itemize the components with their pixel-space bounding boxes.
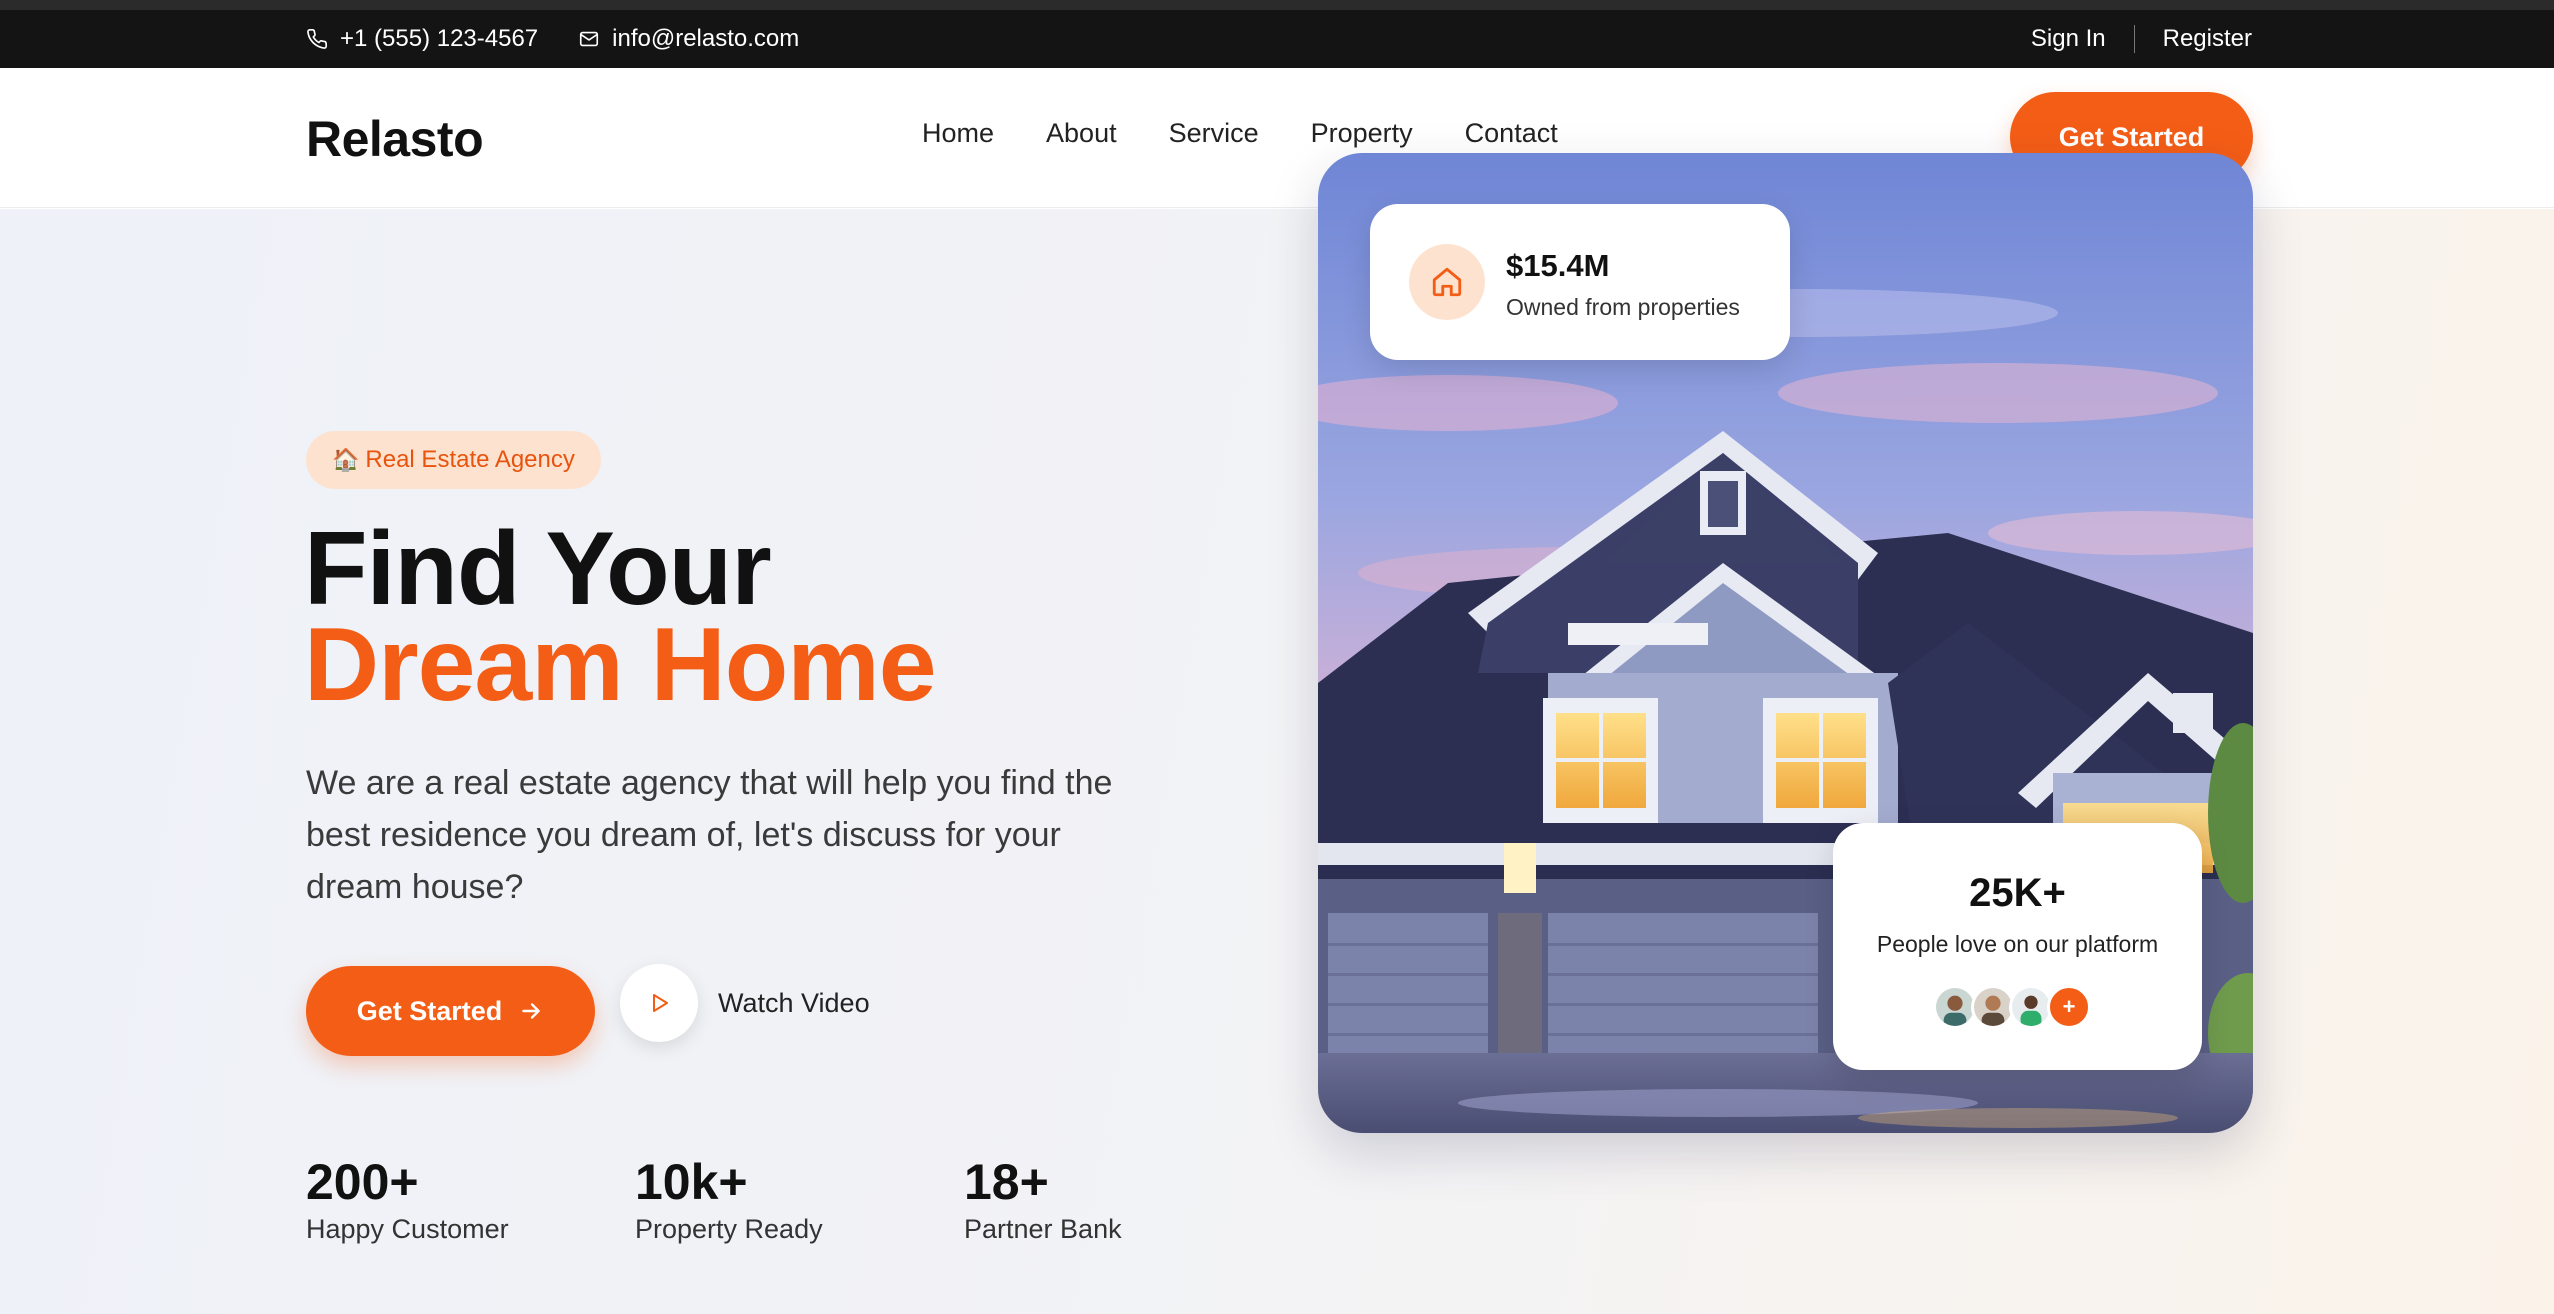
window-edge (0, 0, 2554, 10)
phone-number: +1 (555) 123-4567 (340, 25, 539, 52)
home-icon (1432, 267, 1462, 297)
nav-links: Home About Service Property Contact (922, 118, 1558, 149)
mail-icon (580, 31, 599, 47)
owned-label: Owned from properties (1506, 294, 1740, 320)
more-avatars-badge[interactable]: + (2047, 985, 2091, 1029)
hero-get-started-button[interactable]: Get Started (306, 966, 595, 1056)
register-link[interactable]: Register (2163, 25, 2252, 53)
hero-headline: Find Your Dream Home (304, 511, 937, 723)
arrow-right-icon (522, 1003, 541, 1019)
badge-label: Real Estate Agency (365, 446, 575, 473)
people-love-card: 25K+ People love on our platform + (1833, 823, 2202, 1070)
top-contact-bar: +1 (555) 123-4567 info@relasto.com Sign … (0, 10, 2554, 68)
stat-value: 200+ (306, 1154, 419, 1210)
people-label: People love on our platform (1876, 931, 2159, 957)
agency-badge: 🏠 Real Estate Agency (306, 431, 601, 489)
owned-properties-card: $15.4M Owned from properties (1370, 204, 1790, 360)
stat-label: Partner Bank (964, 1214, 1122, 1244)
site-logo[interactable]: Relasto (306, 110, 484, 168)
auth-links: Sign In Register (2031, 10, 2252, 68)
stat-label: Happy Customer (306, 1214, 509, 1244)
sign-in-link[interactable]: Sign In (2031, 25, 2106, 53)
nav-property[interactable]: Property (1311, 118, 1413, 149)
home-icon-wrapper (1409, 244, 1485, 320)
nav-about[interactable]: About (1046, 118, 1117, 149)
hero-description: We are a real estate agency that will he… (306, 764, 1113, 906)
nav-home[interactable]: Home (922, 118, 994, 149)
watch-video-label: Watch Video (718, 987, 870, 1018)
auth-divider (2133, 25, 2135, 53)
play-icon (653, 994, 668, 1012)
stat-item: 200+ Happy Customer (306, 1154, 635, 1245)
headline-line-1: Find Your (304, 511, 772, 627)
watch-video-button[interactable]: Watch Video (620, 964, 870, 1042)
nav-contact[interactable]: Contact (1465, 118, 1558, 149)
phone-contact[interactable]: +1 (555) 123-4567 (306, 25, 538, 53)
hero-cta-label: Get Started (356, 995, 503, 1026)
play-button[interactable] (620, 964, 698, 1042)
contact-info: +1 (555) 123-4567 info@relasto.com (306, 10, 799, 68)
stat-label: Property Ready (635, 1214, 823, 1244)
owned-amount: $15.4M (1506, 248, 1610, 283)
house-emoji-icon: 🏠 (332, 447, 360, 472)
nav-service[interactable]: Service (1169, 118, 1259, 149)
avatar-group: + (1933, 985, 2091, 1029)
email-address: info@relasto.com (612, 25, 800, 52)
hero-stats: 200+ Happy Customer 10k+ Property Ready … (306, 1154, 1293, 1245)
email-contact[interactable]: info@relasto.com (578, 25, 799, 53)
stat-value: 10k+ (635, 1154, 748, 1210)
phone-icon (307, 29, 327, 49)
people-count: 25K+ (1969, 871, 2066, 915)
headline-line-2: Dream Home (304, 607, 937, 723)
stat-item: 10k+ Property Ready (635, 1154, 964, 1245)
stat-value: 18+ (964, 1154, 1049, 1210)
stat-item: 18+ Partner Bank (964, 1154, 1293, 1245)
